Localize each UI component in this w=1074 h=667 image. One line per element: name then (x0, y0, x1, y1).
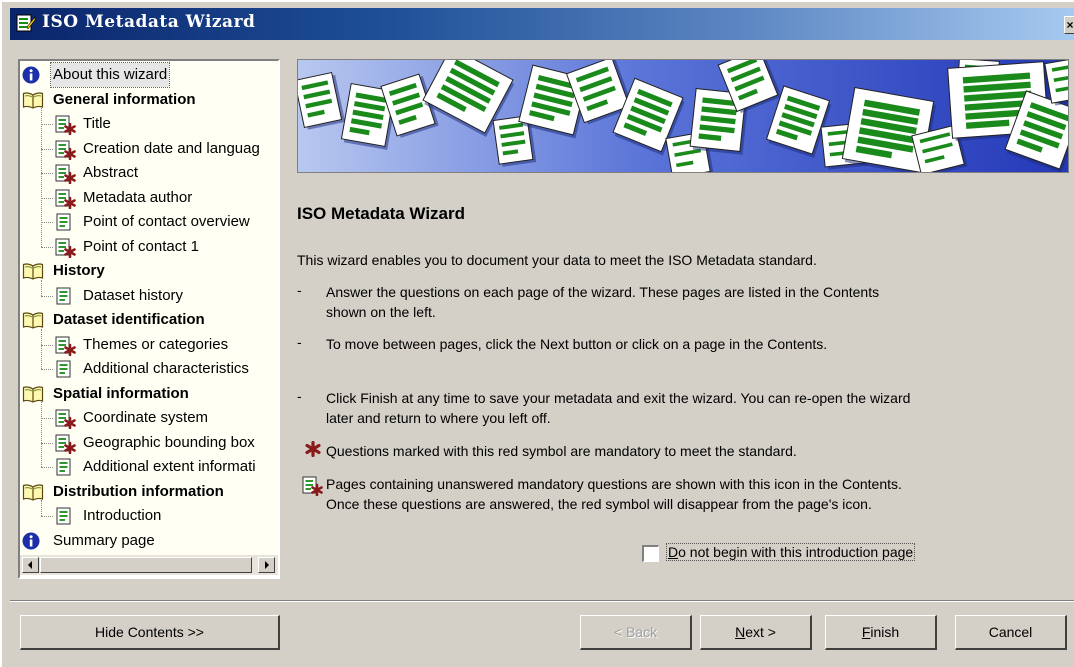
bullet-dash: - (297, 334, 302, 350)
tree-connector (41, 467, 53, 468)
window-title: ISO Metadata Wizard (42, 12, 256, 32)
tree-item-label: Introduction (83, 507, 162, 524)
icon-note: Once these questions are answered, the r… (326, 496, 872, 512)
cancel-label: Cancel (988, 624, 1033, 640)
next-button[interactable]: Next > (700, 615, 812, 650)
contents-tree[interactable]: About this wizard General information Titl… (18, 59, 280, 579)
intro-text: This wizard enables you to document your… (297, 252, 817, 268)
tree-connector (41, 344, 53, 346)
tree-connector (41, 295, 53, 297)
tree-connector (41, 516, 53, 517)
bullet-dash: - (297, 388, 302, 404)
wizard-window: ISO Metadata Wizard × About this wizard G… (0, 0, 1074, 667)
icon-note: Pages containing unanswered mandatory qu… (326, 476, 902, 492)
skip-intro-label[interactable]: Do not begin with this introduction page (665, 543, 916, 561)
hide-contents-button[interactable]: Hide Contents >> (20, 615, 280, 650)
tree-connector (41, 402, 42, 467)
close-button[interactable]: × (1064, 16, 1074, 34)
back-label: < Back (613, 624, 658, 640)
next-label: Next > (735, 624, 776, 640)
scroll-right-arrow[interactable] (258, 557, 275, 573)
scroll-thumb[interactable] (40, 557, 252, 573)
tree-connector (41, 442, 53, 444)
tree-item-label: Abstract (83, 164, 139, 181)
tree-item-label: Metadata author (83, 188, 193, 206)
page-heading: ISO Metadata Wizard (297, 204, 465, 223)
finish-label: Finish (861, 624, 900, 640)
tree-connector (41, 108, 42, 247)
tree-connector (41, 418, 53, 419)
tree-item-label: Point of contact overview (83, 213, 250, 230)
scroll-left-arrow[interactable] (22, 557, 39, 573)
tree-item-label: Title (83, 115, 111, 132)
tree-item-label: Geographic bounding box (83, 433, 255, 451)
mandatory-note: Questions marked with this red symbol ar… (326, 443, 797, 459)
tree-connector (41, 500, 42, 516)
tree-item-label: Dataset history (83, 286, 184, 304)
tree-item-label: Point of contact 1 (83, 237, 199, 255)
tree-connector (41, 246, 53, 248)
tree-connector (41, 197, 53, 199)
tree-item-label: Additional characteristics (83, 360, 249, 377)
bullet-text: Answer the questions on each page of the… (326, 284, 880, 300)
bullet-text: later and return to where you left off. (326, 410, 551, 426)
tree-item-label: Additional extent informati (83, 458, 256, 475)
bullet-text: To move between pages, click the Next bu… (326, 336, 828, 352)
tree-connector (41, 148, 53, 150)
page-mandatory-icon (302, 476, 324, 499)
wizard-banner-image (297, 59, 1069, 173)
mandatory-asterisk-icon (305, 440, 321, 460)
tree-item-label: Dataset identification (53, 311, 205, 328)
back-button[interactable]: < Back (580, 615, 692, 650)
cancel-button[interactable]: Cancel (955, 615, 1067, 650)
hide-contents-label: Hide Contents >> (95, 624, 204, 640)
tree-item-label: About this wizard (49, 62, 171, 88)
tree-connector (41, 369, 53, 370)
tree-item-label: Summary page (53, 531, 155, 549)
tree-item-label: Distribution information (53, 482, 224, 500)
tree-horizontal-scrollbar[interactable] (20, 555, 278, 575)
tree-item-label: Creation date and languag (83, 139, 260, 157)
tree-connector (41, 328, 42, 369)
tree-item-label: Coordinate system (83, 409, 209, 426)
tree-connector (41, 124, 53, 125)
finish-button[interactable]: Finish (825, 615, 937, 650)
tree-item-label: Spatial information (53, 384, 189, 402)
banner-document-icon (298, 71, 346, 130)
button-separator (10, 600, 1074, 602)
tree-item-label: History (53, 262, 105, 279)
contents-tree-list: About this wizard General information Titl… (20, 61, 278, 555)
info-icon (22, 532, 40, 556)
info-icon (22, 66, 40, 92)
skip-intro-checkbox[interactable] (642, 545, 659, 562)
tree-item-label: General information (53, 90, 196, 108)
tree-connector (41, 222, 53, 223)
tree-connector (41, 173, 53, 174)
tree-connector (41, 279, 42, 296)
wizard-app-icon (16, 14, 36, 32)
bullet-dash: - (297, 282, 302, 298)
title-bar[interactable]: ISO Metadata Wizard × (10, 8, 1074, 40)
bullet-text: shown on the left. (326, 304, 436, 320)
tree-item-label: Themes or categories (83, 335, 229, 353)
bullet-text: Click Finish at any time to save your me… (326, 390, 911, 406)
page-icon (55, 213, 73, 239)
